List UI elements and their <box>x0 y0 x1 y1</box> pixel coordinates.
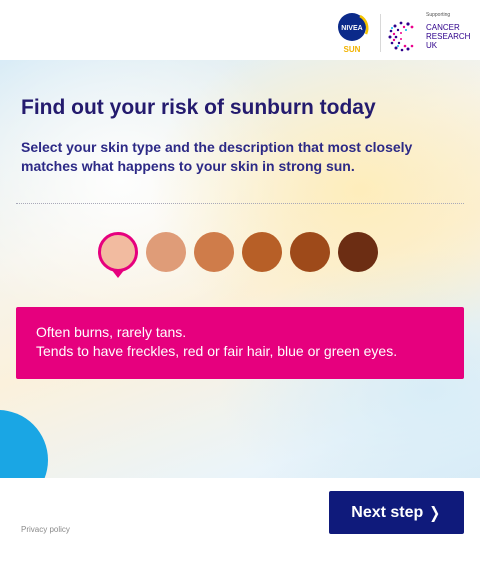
nivea-sun-text: SUN <box>344 45 361 54</box>
instructions-text: Select your skin type and the descriptio… <box>21 139 413 174</box>
privacy-policy-link[interactable]: Privacy policy <box>21 525 70 534</box>
skin-tone-option-4[interactable] <box>242 232 282 272</box>
cruk-line-2: RESEARCH <box>426 32 471 41</box>
logo-divider <box>380 14 381 52</box>
next-step-button[interactable]: Next step ❯ <box>329 491 464 534</box>
cruk-logo-text: CANCER RESEARCH UK <box>426 23 470 50</box>
nivea-logo-text: NIVEA <box>341 25 362 32</box>
skin-tone-option-3[interactable] <box>194 232 234 272</box>
skin-tone-selector <box>0 232 480 292</box>
cancer-research-uk-logo-icon <box>388 21 414 52</box>
skin-tone-option-5[interactable] <box>290 232 330 272</box>
decorative-sun-arc <box>0 410 48 478</box>
skin-tone-option-1[interactable] <box>98 232 138 272</box>
skin-tone-option-6[interactable] <box>338 232 378 272</box>
nivea-sun-logo-icon: NIVEA SUN <box>338 13 369 54</box>
skin-type-description: Often burns, rarely tans. Tends to have … <box>16 307 464 379</box>
header: NIVEA SUN Supporting CANCER RESEARCH UK <box>0 0 480 60</box>
cruk-supporting-label: Supporting <box>426 12 451 18</box>
cruk-line-1: CANCER <box>426 23 460 32</box>
quiz-panel: Find out your risk of sunburn today Sele… <box>0 60 480 478</box>
dotted-divider <box>16 203 464 204</box>
selected-pin-pointer <box>111 269 125 278</box>
description-line-1: Often burns, rarely tans. <box>36 324 187 340</box>
description-line-2: Tends to have freckles, red or fair hair… <box>36 343 398 359</box>
cruk-line-3: UK <box>426 41 438 50</box>
chevron-right-icon: ❯ <box>429 504 441 522</box>
page-title: Find out your risk of sunburn today <box>21 96 376 119</box>
skin-tone-option-2[interactable] <box>146 232 186 272</box>
next-step-label: Next step <box>351 503 424 521</box>
footer: Privacy policy Next step ❯ <box>0 478 480 580</box>
